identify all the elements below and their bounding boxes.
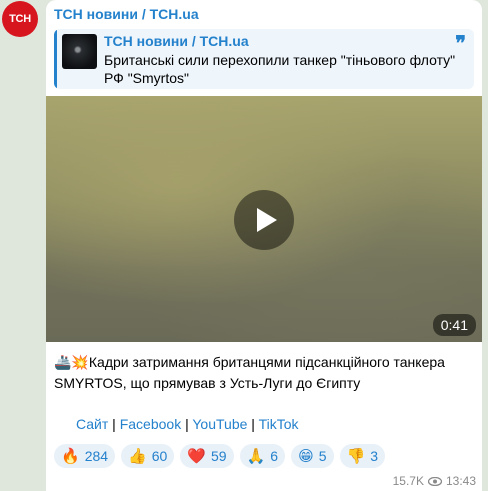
reply-text: Британські сили перехопили танкер "тіньо…: [104, 52, 456, 86]
channel-name[interactable]: ТСН новини / TCH.ua: [54, 6, 199, 22]
channel-avatar[interactable]: ТСН: [2, 1, 38, 37]
reaction-count: 5: [318, 448, 327, 464]
reply-preview[interactable]: ТСН новини / TCH.ua Британські сили пере…: [54, 29, 474, 89]
link-site[interactable]: Сайт: [76, 416, 108, 432]
link-facebook[interactable]: Facebook: [120, 416, 181, 432]
grin-icon: 😁: [298, 447, 314, 465]
reaction-count: 59: [211, 448, 227, 464]
links-separator: |: [247, 416, 259, 432]
message-meta: 15.7K 13:43: [393, 474, 476, 488]
video-duration: 0:41: [432, 314, 476, 336]
thumbs-down-icon: 👎: [346, 447, 366, 465]
ship-explosion-icon: 🚢💥: [54, 355, 89, 371]
pray-icon: 🙏: [246, 447, 266, 465]
play-button[interactable]: [234, 190, 294, 250]
links-separator: |: [108, 416, 120, 432]
message-caption: 🚢💥Кадри затримання британцями підсанкцій…: [54, 352, 474, 393]
video-player[interactable]: 0:41: [46, 96, 482, 342]
reaction-thumbs-up[interactable]: 👍 60: [121, 444, 175, 468]
heart-icon: ❤️: [187, 447, 206, 465]
reaction-thumbs-down[interactable]: 👎 3: [339, 444, 385, 468]
reaction-pray[interactable]: 🙏 6: [239, 444, 286, 468]
caption-text: Кадри затримання британцями підсанкційно…: [54, 354, 445, 391]
eye-icon: [427, 476, 442, 486]
fire-icon: 🔥: [61, 447, 80, 465]
reaction-fire[interactable]: 🔥 284: [54, 444, 116, 468]
reactions-bar: 🔥 284 👍 60 ❤️ 59 🙏 6 😁 5 👎 3: [54, 444, 385, 468]
play-icon: [257, 208, 277, 232]
message-bubble: ТСН новини / TCH.ua ТСН новини / TCH.ua …: [46, 0, 482, 491]
links-separator: |: [181, 416, 193, 432]
reaction-count: 6: [270, 448, 279, 464]
message-time: 13:43: [445, 474, 476, 488]
reaction-grin[interactable]: 😁 5: [291, 444, 334, 468]
reaction-heart[interactable]: ❤️ 59: [180, 444, 234, 468]
thumbs-up-icon: 👍: [128, 447, 147, 465]
views-count: 15.7K: [392, 474, 424, 488]
reaction-count: 3: [370, 448, 378, 464]
reply-title: ТСН новини / TCH.ua: [104, 33, 249, 49]
quote-icon: ❞: [455, 31, 466, 55]
reply-accent-bar: [54, 29, 57, 89]
reply-thumbnail: [62, 34, 97, 69]
links-row: Сайт | Facebook | YouTube | TikTok: [76, 416, 299, 432]
link-youtube[interactable]: YouTube: [192, 416, 247, 432]
reaction-count: 60: [151, 448, 168, 464]
link-tiktok[interactable]: TikTok: [259, 416, 299, 432]
reaction-count: 284: [84, 448, 109, 464]
